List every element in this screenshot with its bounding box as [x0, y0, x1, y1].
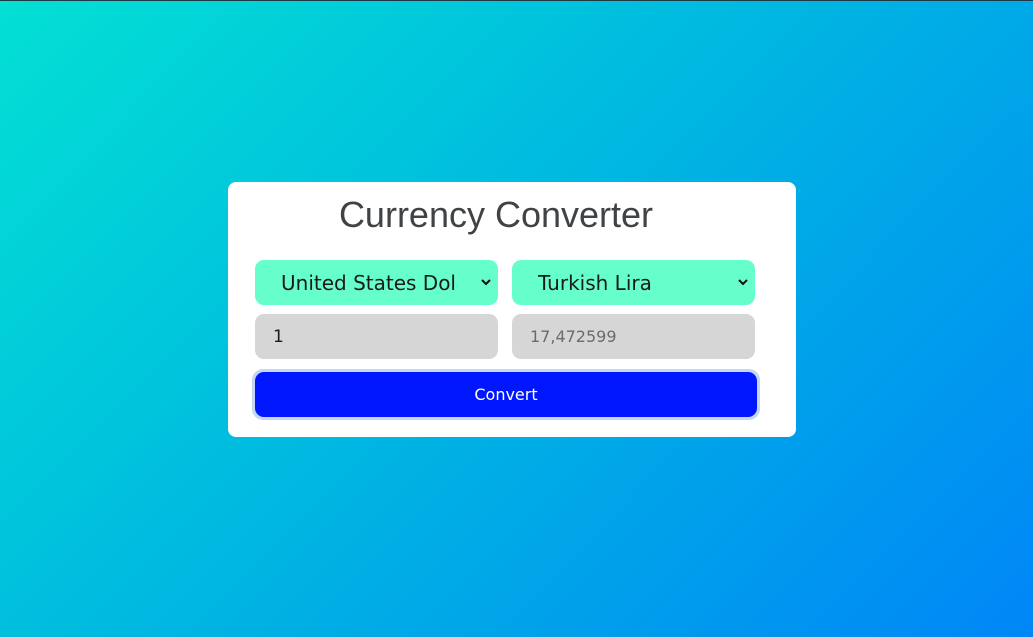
to-currency-value: Turkish Lira — [538, 271, 652, 295]
result-value: 17,472599 — [530, 327, 617, 346]
converter-card: Currency Converter United States Dollar … — [228, 182, 796, 437]
result-field: 17,472599 — [512, 314, 755, 359]
from-currency-value: United States Dollar — [281, 271, 456, 295]
amount-input[interactable]: 1 — [255, 314, 498, 359]
chevron-down-icon — [738, 279, 748, 286]
from-currency-select[interactable]: United States Dollar — [255, 260, 498, 305]
to-currency-select[interactable]: Turkish Lira — [512, 260, 755, 305]
convert-button-label: Convert — [255, 372, 757, 417]
convert-button[interactable]: Convert — [252, 369, 760, 420]
page-title: Currency Converter — [338, 194, 654, 235]
amount-value: 1 — [273, 327, 284, 347]
chevron-down-icon — [481, 279, 491, 286]
window-top-border — [0, 0, 1033, 1]
